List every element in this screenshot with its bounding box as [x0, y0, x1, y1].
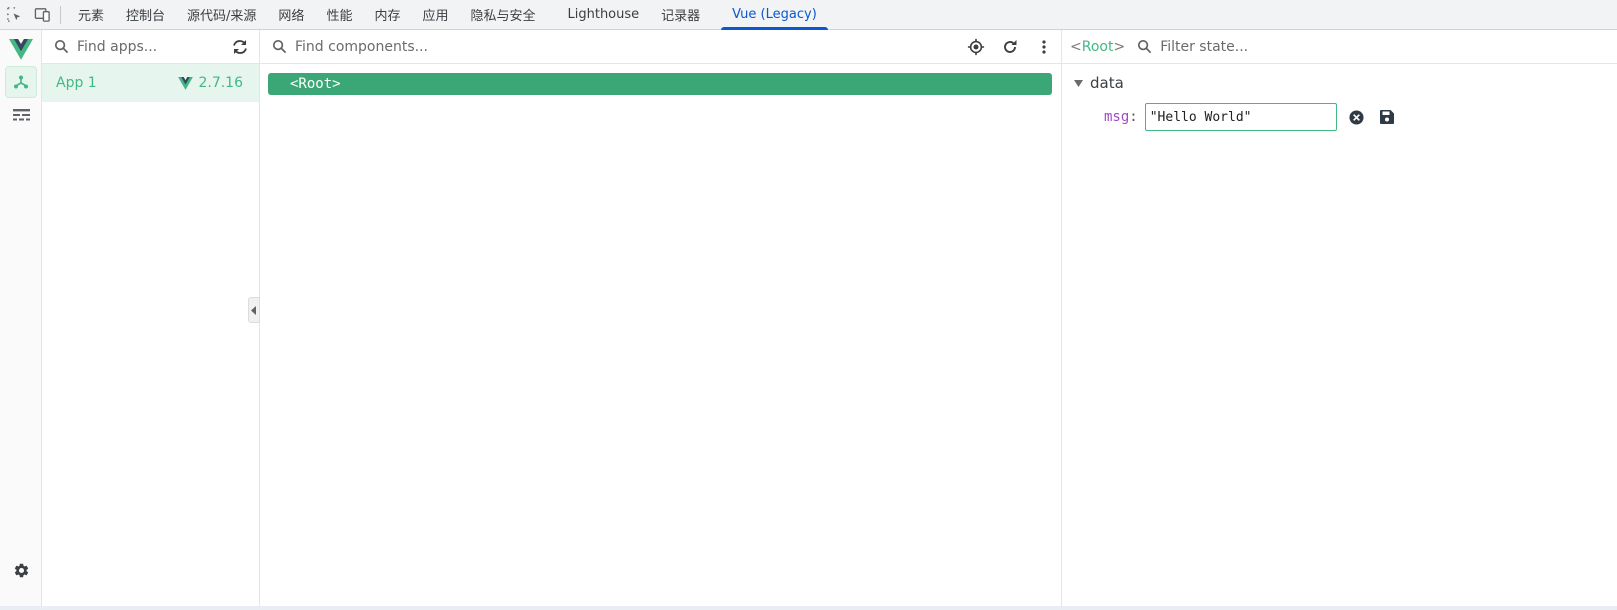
tab-network[interactable]: 网络: [267, 0, 315, 30]
tab-label: 网络: [278, 9, 305, 24]
property-key: msg: [1104, 109, 1130, 125]
data-section-header[interactable]: data: [1074, 74, 1124, 92]
crumb-bracket: >: [1113, 38, 1126, 55]
save-value-icon[interactable]: [1373, 103, 1401, 131]
tab-recorder[interactable]: 记录器: [650, 0, 711, 30]
apps-search-bar: Find apps...: [42, 30, 259, 64]
data-property-row: msg:: [1104, 103, 1401, 131]
collapse-panel-handle[interactable]: [248, 297, 260, 323]
property-colon: :: [1129, 109, 1138, 125]
components-panel: Find components... <Root>: [260, 30, 1062, 610]
app-name: App 1: [56, 75, 97, 91]
tab-label: Lighthouse: [567, 7, 640, 22]
tab-vue-legacy[interactable]: Vue (Legacy): [721, 0, 828, 30]
vue-logo-icon: [5, 33, 37, 65]
tab-label: 源代码/来源: [187, 9, 257, 24]
tab-memory[interactable]: 内存: [363, 0, 411, 30]
tab-label: 内存: [374, 9, 401, 24]
tab-label: 元素: [78, 9, 105, 24]
more-vert-icon[interactable]: [1027, 30, 1061, 64]
tab-label: Vue (Legacy): [732, 7, 817, 22]
tab-label: 隐私与安全: [470, 9, 536, 24]
vue-logo-icon: [178, 76, 194, 90]
components-tree-icon[interactable]: [5, 66, 37, 98]
devtools-tab-bar: 元素 控制台 源代码/来源 网络 性能 内存 应用 隐私与安全 Lighthou…: [0, 0, 1617, 30]
refresh-apps-icon[interactable]: [223, 30, 257, 64]
tab-privacy-security[interactable]: 隐私与安全: [459, 0, 546, 30]
components-search-input[interactable]: Find components...: [295, 39, 959, 55]
property-value-editor[interactable]: [1144, 103, 1337, 131]
cancel-edit-icon[interactable]: [1343, 103, 1371, 131]
section-title: data: [1090, 74, 1124, 92]
tab-performance[interactable]: 性能: [315, 0, 363, 30]
tab-label: 性能: [326, 9, 353, 24]
toolbar-divider: [60, 5, 61, 24]
component-name: <Root>: [290, 76, 341, 92]
timeline-icon[interactable]: [5, 100, 37, 132]
components-search-bar: Find components...: [260, 30, 1061, 64]
tab-label: 记录器: [661, 9, 701, 24]
version-number: 2.7.16: [198, 75, 243, 91]
tab-console[interactable]: 控制台: [115, 0, 176, 30]
crumb-bracket: <: [1070, 38, 1082, 55]
app-list-item[interactable]: App 1 2.7.16: [42, 64, 259, 102]
search-icon: [54, 39, 69, 54]
state-filter-input[interactable]: Filter state...: [1160, 39, 1617, 55]
search-icon: [1138, 39, 1152, 54]
tab-application[interactable]: 应用: [411, 0, 459, 30]
tab-sources[interactable]: 源代码/来源: [176, 0, 267, 30]
chevron-left-icon: [251, 305, 256, 315]
app-version: 2.7.16: [178, 75, 243, 91]
search-icon: [272, 39, 287, 54]
select-component-icon[interactable]: [959, 30, 993, 64]
vue-devtools-rail: [0, 30, 42, 610]
refresh-icon[interactable]: [993, 30, 1027, 64]
state-filter-bar: <Root> Filter state...: [1062, 30, 1617, 64]
settings-gear-icon[interactable]: [5, 554, 37, 586]
state-inspector-panel: <Root> Filter state... data msg:: [1062, 30, 1617, 610]
tab-elements[interactable]: 元素: [67, 0, 115, 30]
crumb-name: Root: [1081, 38, 1114, 55]
apps-panel: Find apps... App 1 2.7.16: [42, 30, 260, 610]
device-toolbar-icon[interactable]: [28, 0, 56, 30]
tab-lighthouse[interactable]: Lighthouse: [557, 0, 651, 30]
tab-label: 控制台: [126, 9, 166, 24]
apps-search-input[interactable]: Find apps...: [77, 39, 223, 55]
caret-down-icon: [1074, 79, 1083, 87]
tab-label: 应用: [422, 9, 449, 24]
status-strip: [0, 606, 1617, 610]
selected-component-crumb: <Root>: [1070, 39, 1125, 55]
component-tree-row-root[interactable]: <Root>: [268, 73, 1052, 95]
inspect-element-icon[interactable]: [0, 0, 28, 30]
